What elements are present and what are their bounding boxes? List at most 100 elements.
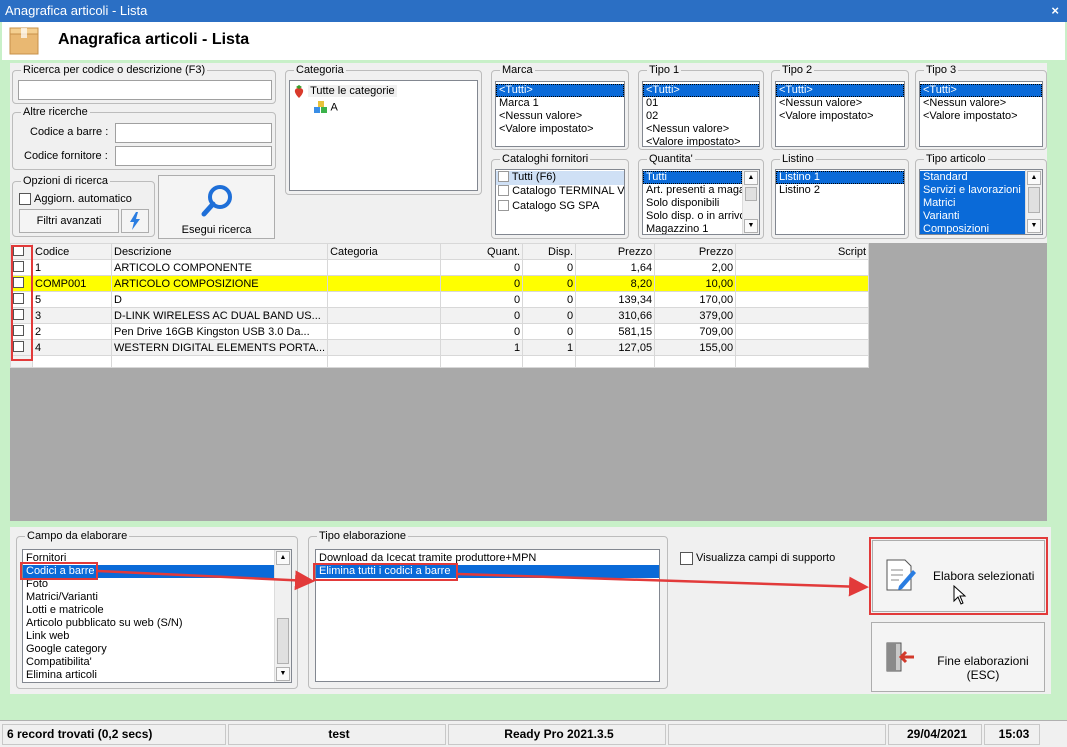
article-type-list[interactable]: Standard Servizi e lavorazioni Matrici V… xyxy=(919,169,1043,235)
lightning-icon xyxy=(130,212,140,230)
list-item[interactable]: <Valore impostato> xyxy=(496,123,624,136)
status-bar: 6 record trovati (0,2 secs) test Ready P… xyxy=(0,720,1067,747)
list-item[interactable]: Lotti e matricole xyxy=(23,604,291,617)
list-item[interactable]: Link web xyxy=(23,630,291,643)
column-header[interactable]: Prezzo xyxy=(654,243,737,260)
supplier-code-field[interactable] xyxy=(115,146,272,166)
table-row[interactable]: 3 D-LINK WIRELESS AC DUAL BAND US... 0 0… xyxy=(10,307,870,324)
brand-list[interactable]: <Tutti> Marca 1 <Nessun valore> <Valore … xyxy=(495,81,625,147)
close-icon[interactable]: × xyxy=(1051,3,1059,18)
cell-prezzo: 379,00 xyxy=(654,307,737,324)
table-row[interactable]: 1 ARTICOLO COMPONENTE 0 0 1,64 2,00 xyxy=(10,259,870,276)
scroll-down-icon[interactable]: ▼ xyxy=(744,219,758,233)
type3-title: Tipo 3 xyxy=(924,63,959,77)
column-header[interactable]: Descrizione xyxy=(110,243,329,260)
list-item[interactable]: Articolo pubblicato su web (S/N) xyxy=(23,617,291,630)
support-fields-checkbox[interactable] xyxy=(680,552,693,565)
quantity-list[interactable]: Tutti Art. presenti a magaz Solo disponi… xyxy=(642,169,760,235)
list-item[interactable]: <Tutti> xyxy=(920,84,1042,97)
search-input[interactable] xyxy=(18,80,272,100)
scroll-up-icon[interactable]: ▲ xyxy=(276,551,290,565)
list-item[interactable]: Elimina articoli xyxy=(23,669,291,682)
cell-prezzo: 2,00 xyxy=(654,259,737,276)
cell-categoria xyxy=(327,275,442,292)
list-item[interactable]: <Valore impostato> xyxy=(920,110,1042,123)
type2-list[interactable]: <Tutti> <Nessun valore> <Valore impostat… xyxy=(775,81,905,147)
category-tree[interactable]: Tutte le categorie A xyxy=(289,80,478,191)
list-item[interactable]: <Valore impostato> xyxy=(776,110,904,123)
scroll-thumb[interactable] xyxy=(745,187,757,201)
supplier-catalogs-list[interactable]: Tutti (F6) Catalogo TERMINAL VID Catalog… xyxy=(495,169,625,235)
list-item[interactable]: Listino 2 xyxy=(776,184,904,197)
list-item[interactable]: Marca 1 xyxy=(496,97,624,110)
cell-quant: 0 xyxy=(440,259,524,276)
list-item[interactable]: Catalogo TERMINAL VID xyxy=(496,185,624,200)
cell-disp: 0 xyxy=(522,275,577,292)
scrollbar[interactable]: ▲ ▼ xyxy=(274,550,291,682)
price-list-list[interactable]: Listino 1 Listino 2 xyxy=(775,169,905,235)
list-item[interactable]: <Tutti> xyxy=(496,84,624,97)
column-header[interactable]: Categoria xyxy=(327,243,442,260)
column-header[interactable]: Prezzo xyxy=(575,243,656,260)
list-item[interactable]: <Valore impostato> xyxy=(643,136,759,146)
advanced-filters-button[interactable]: Filtri avanzati xyxy=(19,209,119,233)
list-item[interactable]: 01 xyxy=(643,97,759,110)
scroll-up-icon[interactable]: ▲ xyxy=(744,171,758,185)
list-item[interactable]: <Nessun valore> xyxy=(920,97,1042,110)
list-item[interactable]: 02 xyxy=(643,110,759,123)
support-fields-label: Visualizza campi di supporto xyxy=(696,552,836,564)
cell-categoria xyxy=(327,323,442,340)
list-item[interactable]: Servizi e lavorazioni xyxy=(920,184,1025,197)
list-item[interactable]: Standard xyxy=(920,171,1025,184)
auto-update-checkbox[interactable] xyxy=(19,193,31,205)
list-item[interactable]: <Nessun valore> xyxy=(496,110,624,123)
list-item[interactable]: Catalogo SG SPA xyxy=(496,200,624,215)
column-header[interactable]: Script xyxy=(735,243,870,260)
list-item[interactable]: <Nessun valore> xyxy=(776,97,904,110)
column-header[interactable]: Disp. xyxy=(522,243,577,260)
list-item[interactable]: Composizioni xyxy=(920,223,1025,234)
scrollbar[interactable]: ▲ ▼ xyxy=(1025,170,1042,234)
table-row[interactable]: COMP001 ARTICOLO COMPOSIZIONE 0 0 8,20 1… xyxy=(10,275,870,292)
column-header[interactable]: Quant. xyxy=(440,243,524,260)
list-item[interactable]: Google category xyxy=(23,643,291,656)
table-row-empty[interactable] xyxy=(10,355,870,368)
table-row[interactable]: 2 Pen Drive 16GB Kingston USB 3.0 Da... … xyxy=(10,323,870,340)
cell-script xyxy=(735,323,870,340)
list-item[interactable]: <Tutti> xyxy=(776,84,904,97)
cell-prezzo: 127,05 xyxy=(575,339,656,356)
list-item[interactable]: Matrici xyxy=(920,197,1025,210)
list-item[interactable]: Matrici/Varianti xyxy=(23,591,291,604)
scrollbar[interactable]: ▲ ▼ xyxy=(742,170,759,234)
scroll-thumb[interactable] xyxy=(1028,187,1040,213)
end-processing-button[interactable]: Fine elaborazioni (ESC) xyxy=(871,622,1045,692)
type1-list[interactable]: <Tutti> 01 02 <Nessun valore> <Valore im… xyxy=(642,81,760,147)
scroll-up-icon[interactable]: ▲ xyxy=(1027,171,1041,185)
brand-title: Marca xyxy=(500,63,535,77)
execute-search-button[interactable]: Esegui ricerca xyxy=(158,175,275,239)
tree-child-a[interactable]: A xyxy=(314,101,338,114)
table-row[interactable]: 4 WESTERN DIGITAL ELEMENTS PORTA... 1 1 … xyxy=(10,339,870,356)
list-item[interactable]: Compatibilita' xyxy=(23,656,291,669)
cell-prezzo: 8,20 xyxy=(575,275,656,292)
scroll-down-icon[interactable]: ▼ xyxy=(276,667,290,681)
barcode-field[interactable] xyxy=(115,123,272,143)
list-item[interactable]: <Nessun valore> xyxy=(643,123,759,136)
annotation-box-checkboxes xyxy=(11,245,33,361)
list-item[interactable]: Listino 1 xyxy=(776,171,904,184)
list-item[interactable]: Tutti (F6) xyxy=(496,171,624,185)
articles-table[interactable]: Codice Descrizione Categoria Quant. Disp… xyxy=(10,243,870,368)
list-item[interactable]: Varianti xyxy=(920,210,1025,223)
tree-root[interactable]: Tutte le categorie xyxy=(293,85,397,98)
scroll-thumb[interactable] xyxy=(277,618,289,664)
lightning-button[interactable] xyxy=(121,209,149,233)
cell-prezzo: 139,34 xyxy=(575,291,656,308)
list-item[interactable]: Tutti xyxy=(643,171,742,184)
annotation-box-elabora xyxy=(869,537,1048,615)
scroll-down-icon[interactable]: ▼ xyxy=(1027,219,1041,233)
status-time: 15:03 xyxy=(984,724,1040,745)
table-row[interactable]: 5 D 0 0 139,34 170,00 xyxy=(10,291,870,308)
column-header[interactable]: Codice xyxy=(32,243,112,260)
type3-list[interactable]: <Tutti> <Nessun valore> <Valore impostat… xyxy=(919,81,1043,147)
list-item[interactable]: <Tutti> xyxy=(643,84,759,97)
